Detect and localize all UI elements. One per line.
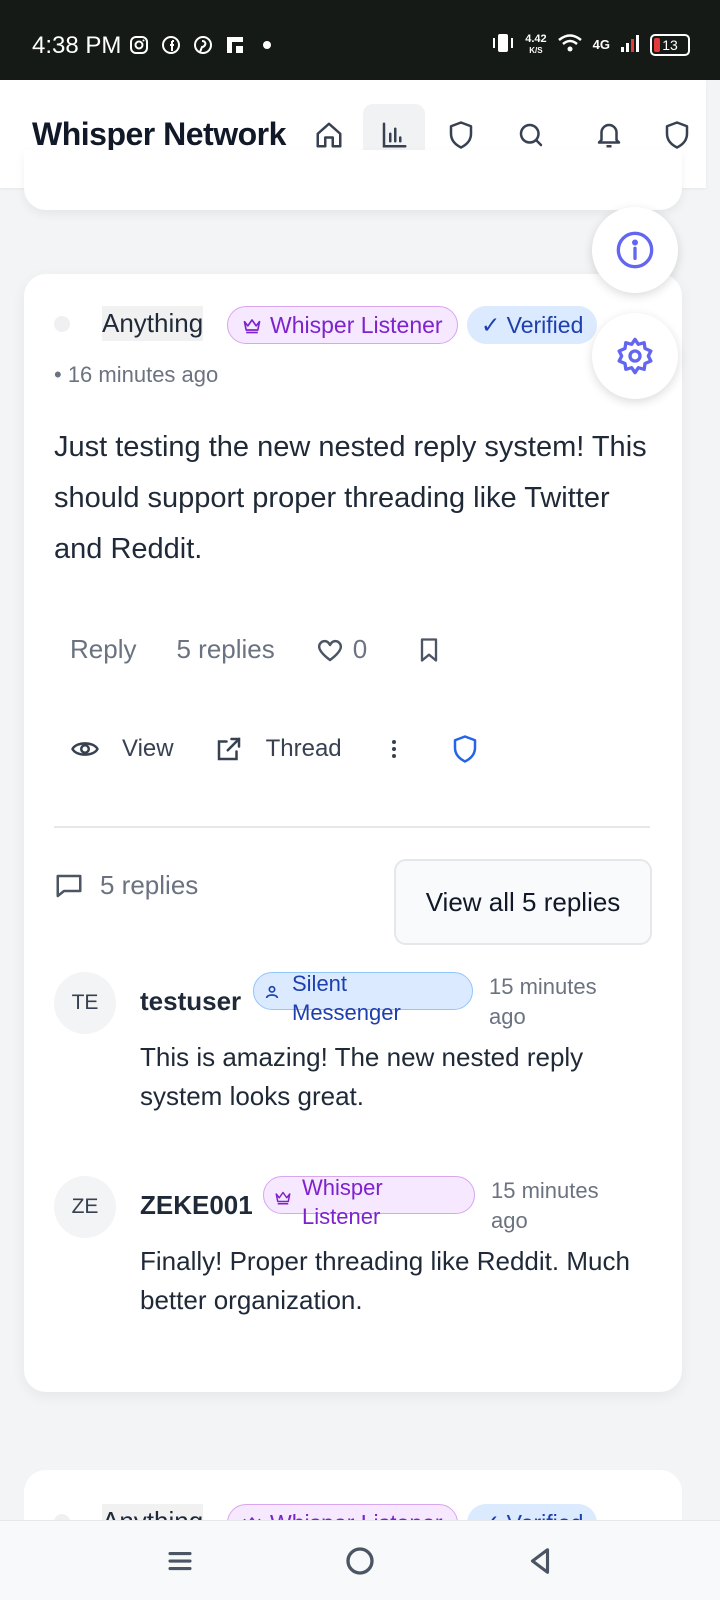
view-button[interactable]: View [70, 734, 174, 764]
more-vertical-icon [391, 740, 396, 758]
avatar[interactable]: ZE [54, 1176, 116, 1238]
eye-icon [71, 742, 99, 756]
post-card: Anything Whisper Listener ✓ Verified • 1… [24, 274, 682, 1392]
crown-icon [275, 1191, 291, 1205]
reply-role-badge: Silent Messenger [253, 971, 473, 1025]
crown-icon [243, 319, 261, 334]
system-nav-bar [0, 1520, 720, 1600]
external-link-icon [217, 737, 240, 761]
shield-icon [449, 121, 473, 149]
post-author[interactable]: Anything [102, 306, 204, 341]
verified-badge: ✓ Verified [467, 306, 598, 344]
role-badge: Whisper Listener [227, 306, 458, 344]
recents-button[interactable] [162, 1543, 198, 1579]
reply-role-badge: Whisper Listener [263, 1175, 475, 1229]
vibrate-icon [491, 32, 515, 57]
replies-summary: 5 replies [54, 870, 198, 901]
reply-item: TE testuser Silent Messenger 15 minutes … [54, 971, 654, 1112]
flipboard-icon [224, 34, 246, 56]
app-title[interactable]: Whisper Network [32, 116, 286, 153]
author-avatar[interactable] [54, 316, 70, 332]
signal-icon [620, 33, 640, 56]
divider [54, 826, 650, 828]
info-icon [616, 231, 654, 269]
network-type: 4G [592, 37, 610, 52]
home-icon [316, 122, 342, 148]
post-content: Just testing the new nested reply system… [54, 431, 647, 565]
avatar[interactable]: TE [54, 972, 116, 1034]
gear-icon [617, 337, 653, 375]
thread-button[interactable]: Thread [214, 734, 342, 764]
bar-chart-icon [382, 122, 407, 148]
previous-post-card [24, 150, 682, 210]
reply-item: ZE ZEKE001 Whisper Listener 15 minutes a… [54, 1175, 654, 1316]
notification-icons [128, 34, 278, 56]
wifi-icon [557, 33, 583, 56]
bell-icon [597, 123, 621, 148]
settings-button[interactable] [592, 313, 678, 399]
status-right: 4.42 K/S 4G 13 [491, 32, 690, 57]
user-icon [265, 985, 279, 999]
reply-timestamp: 15 minutes ago [489, 974, 597, 1029]
reply-text: Finally! Proper threading like Reddit. M… [140, 1246, 630, 1315]
battery-icon: 13 [650, 33, 690, 56]
home-nav-button[interactable] [342, 1543, 378, 1579]
bookmark-icon [421, 637, 438, 662]
post-actions: Reply 5 replies 0 [70, 634, 443, 665]
shield-icon [665, 121, 689, 149]
back-button[interactable] [522, 1543, 558, 1579]
reply-button[interactable]: Reply [70, 634, 136, 665]
reply-text: This is amazing! The new nested reply sy… [140, 1042, 584, 1111]
info-button[interactable] [592, 207, 678, 293]
facebook-icon [160, 34, 182, 56]
pinterest-icon [192, 34, 214, 56]
like-button[interactable]: 0 [315, 634, 367, 665]
search-icon [519, 123, 543, 147]
comment-icon [56, 874, 82, 897]
replies-count-button[interactable]: 5 replies [176, 634, 274, 665]
status-time: 4:38 PM [32, 32, 122, 59]
post-secondary-actions: View Thread [70, 734, 480, 764]
moderation-button[interactable] [450, 734, 480, 764]
network-speed: 4.42 K/S [525, 32, 547, 55]
shield-icon [453, 735, 476, 763]
view-all-replies-button[interactable]: View all 5 replies [394, 859, 652, 945]
bookmark-button[interactable] [415, 635, 443, 665]
reply-timestamp: 15 minutes ago [491, 1178, 599, 1233]
more-dot-icon [256, 34, 278, 56]
like-count: 0 [352, 634, 368, 664]
reply-username[interactable]: testuser [140, 986, 241, 1017]
more-options-button[interactable] [382, 734, 406, 764]
reply-username[interactable]: ZEKE001 [140, 1190, 253, 1221]
instagram-icon [128, 34, 150, 56]
circle-home-icon [346, 1547, 374, 1575]
heart-icon [317, 639, 342, 661]
status-bar: 4:38 PM 4.42 K/S 4G 13 [0, 0, 720, 80]
post-timestamp: • 16 minutes ago [54, 362, 219, 387]
menu-icon [168, 1551, 192, 1571]
back-triangle-icon [530, 1548, 550, 1574]
